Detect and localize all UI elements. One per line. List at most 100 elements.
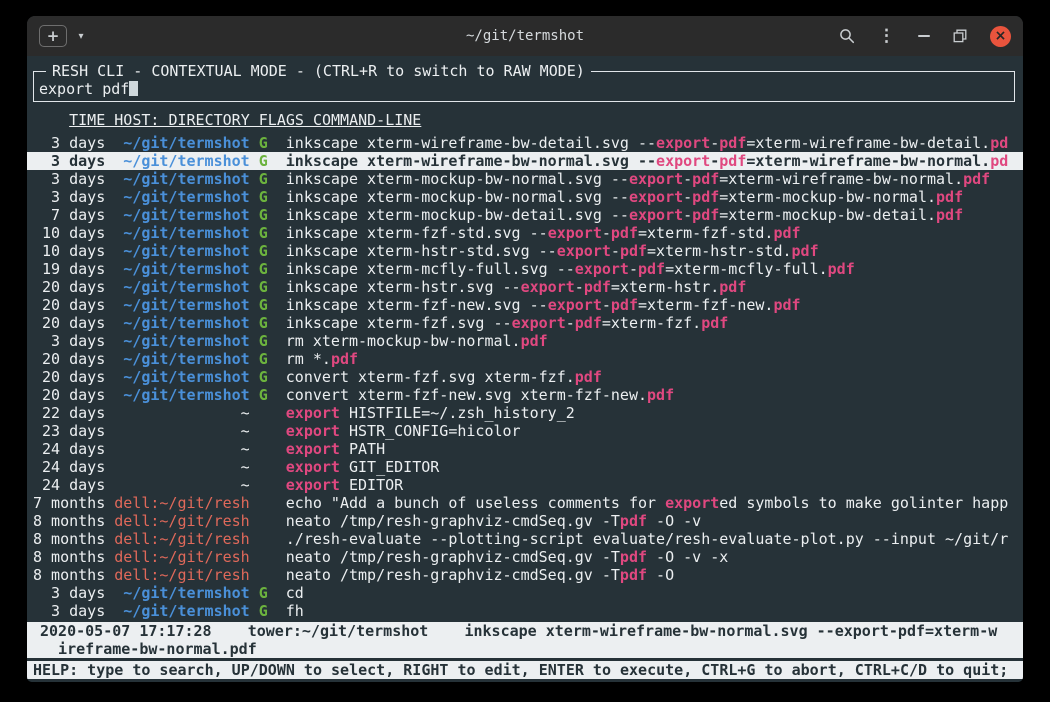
new-tab-dropdown-button[interactable]: ▾ <box>73 25 89 47</box>
row-host: ~/git/termshot <box>114 350 249 368</box>
command-text: inkscape xterm-fzf-new.svg -- <box>286 296 548 314</box>
row-host: dell:~/git/resh <box>114 548 249 566</box>
row-time: 3 days <box>33 602 105 620</box>
history-row[interactable]: 22 days~export HISTFILE=~/.zsh_history_2 <box>27 404 1023 422</box>
row-flags: G <box>259 206 268 224</box>
status-line-1: 2020-05-07 17:17:28 tower:~/git/termshot… <box>40 622 1010 640</box>
header-indent <box>33 111 69 129</box>
row-command: inkscape xterm-fzf-std.svg --export-pdf=… <box>286 224 1017 242</box>
kebab-menu-icon: ⋮ <box>878 26 895 46</box>
match-highlight: pdf <box>963 170 990 188</box>
row-command: rm *.pdf <box>286 350 1017 368</box>
row-time: 8 months <box>33 512 105 530</box>
history-row[interactable]: 24 days~export PATH <box>27 440 1023 458</box>
history-row[interactable]: 20 days~/git/termshotGinkscape xterm-fzf… <box>27 314 1023 332</box>
command-text: -O -v <box>647 512 701 530</box>
row-host: ~ <box>114 404 249 422</box>
history-row[interactable]: 24 days~export GIT_EDITOR <box>27 458 1023 476</box>
row-flags: G <box>259 170 268 188</box>
row-command: convert xterm-fzf.svg xterm-fzf.pdf <box>286 368 1017 386</box>
history-row[interactable]: 3 days~/git/termshotGinkscape xterm-mock… <box>27 170 1023 188</box>
command-text: inkscape xterm-mockup-bw-normal.svg -- <box>286 188 629 206</box>
row-host: ~ <box>114 476 249 494</box>
history-row[interactable]: 3 days~/git/termshotGinkscape xterm-wire… <box>27 134 1023 152</box>
search-input-line[interactable]: export pdf <box>39 80 1009 98</box>
history-row[interactable]: 20 days~/git/termshotGinkscape xterm-fzf… <box>27 296 1023 314</box>
history-row[interactable]: 8 monthsdell:~/git/resh./resh-evaluate -… <box>27 530 1023 548</box>
search-icon <box>839 28 855 44</box>
close-icon: × <box>995 29 1007 43</box>
history-row[interactable]: 10 days~/git/termshotGinkscape xterm-hst… <box>27 242 1023 260</box>
row-time: 20 days <box>33 278 105 296</box>
command-text: rm xterm-mockup-bw-normal. <box>286 332 521 350</box>
match-highlight: export <box>575 260 629 278</box>
minimize-button[interactable] <box>918 35 930 37</box>
match-highlight: export <box>286 422 340 440</box>
command-text: =xterm-fzf-new. <box>638 296 773 314</box>
row-command: neato /tmp/resh-graphviz-cmdSeq.gv -Tpdf… <box>286 512 1017 530</box>
command-text: inkscape xterm-hstr-std.svg -- <box>286 242 557 260</box>
row-command: convert xterm-fzf-new.svg xterm-fzf-new.… <box>286 386 1017 404</box>
search-query[interactable]: export pdf <box>39 80 129 98</box>
match-highlight: pdf <box>719 278 746 296</box>
history-row[interactable]: 19 days~/git/termshotGinkscape xterm-mcf… <box>27 260 1023 278</box>
row-command: ./resh-evaluate --plotting-script evalua… <box>286 530 1017 548</box>
command-text: inkscape xterm-fzf-std.svg -- <box>286 224 548 242</box>
command-text: HSTR_CONFIG=hicolor <box>340 422 521 440</box>
row-time: 7 months <box>33 494 105 512</box>
match-highlight: export <box>286 440 340 458</box>
row-time: 20 days <box>33 386 105 404</box>
history-row[interactable]: 7 days~/git/termshotGinkscape xterm-mock… <box>27 206 1023 224</box>
row-time: 3 days <box>33 134 105 152</box>
search-button[interactable] <box>839 28 855 44</box>
history-row[interactable]: 20 days~/git/termshotGconvert xterm-fzf.… <box>27 368 1023 386</box>
history-row[interactable]: 23 days~export HSTR_CONFIG=hicolor <box>27 422 1023 440</box>
history-row[interactable]: 3 days~/git/termshotGinkscape xterm-wire… <box>27 152 1023 170</box>
row-command: rm xterm-mockup-bw-normal.pdf <box>286 332 1017 350</box>
row-command: inkscape xterm-wireframe-bw-normal.svg -… <box>286 152 1017 170</box>
row-flags: G <box>259 224 268 242</box>
command-text: neato /tmp/resh-graphviz-cmdSeq.gv -T <box>286 512 620 530</box>
history-row[interactable]: 8 monthsdell:~/git/reshneato /tmp/resh-g… <box>27 566 1023 584</box>
terminal-screen[interactable]: RESH CLI - CONTEXTUAL MODE - (CTRL+R to … <box>27 56 1023 682</box>
row-command: export PATH <box>286 440 1017 458</box>
row-flags <box>259 512 268 530</box>
history-row[interactable]: 8 monthsdell:~/git/reshneato /tmp/resh-g… <box>27 548 1023 566</box>
history-row[interactable]: 3 days~/git/termshotGcd <box>27 584 1023 602</box>
history-row[interactable]: 3 days~/git/termshotGinkscape xterm-mock… <box>27 188 1023 206</box>
row-command: inkscape xterm-fzf.svg --export-pdf=xter… <box>286 314 1017 332</box>
row-host: ~/git/termshot <box>114 332 249 350</box>
history-row[interactable]: 3 days~/git/termshotGfh <box>27 602 1023 620</box>
row-time: 20 days <box>33 368 105 386</box>
match-highlight: pdf <box>331 350 358 368</box>
row-flags <box>259 458 268 476</box>
history-row[interactable]: 8 monthsdell:~/git/reshneato /tmp/resh-g… <box>27 512 1023 530</box>
row-command: inkscape xterm-wireframe-bw-detail.svg -… <box>286 134 1017 152</box>
command-text: neato /tmp/resh-graphviz-cmdSeq.gv -T <box>286 548 620 566</box>
command-text: inkscape xterm-wireframe-bw-detail.svg -… <box>286 134 656 152</box>
history-row[interactable]: 7 monthsdell:~/git/reshecho "Add a bunch… <box>27 494 1023 512</box>
table-header: TIME HOST: DIRECTORY FLAGS COMMAND-LINE <box>33 111 1017 129</box>
row-flags <box>259 548 268 566</box>
close-button[interactable]: × <box>990 26 1011 47</box>
match-highlight: pd <box>990 152 1008 170</box>
command-text: =xterm-mockup-bw-normal. <box>719 188 936 206</box>
history-row[interactable]: 20 days~/git/termshotGrm *.pdf <box>27 350 1023 368</box>
history-row[interactable]: 20 days~/git/termshotGconvert xterm-fzf-… <box>27 386 1023 404</box>
match-highlight: export <box>286 476 340 494</box>
match-highlight: export <box>512 314 566 332</box>
command-text: =xterm-mockup-bw-detail. <box>719 206 936 224</box>
new-tab-button[interactable]: + <box>39 25 67 47</box>
restore-button[interactable] <box>953 29 967 43</box>
history-row[interactable]: 20 days~/git/termshotGinkscape xterm-hst… <box>27 278 1023 296</box>
row-time: 8 months <box>33 566 105 584</box>
row-host: ~/git/termshot <box>114 206 249 224</box>
command-text: =xterm-wireframe-bw-detail. <box>746 134 990 152</box>
row-host: ~/git/termshot <box>114 368 249 386</box>
match-highlight: pdf <box>936 206 963 224</box>
menu-button[interactable]: ⋮ <box>878 26 895 46</box>
history-row[interactable]: 3 days~/git/termshotGrm xterm-mockup-bw-… <box>27 332 1023 350</box>
command-text: echo "Add a bunch of useless comments fo… <box>286 494 665 512</box>
history-row[interactable]: 10 days~/git/termshotGinkscape xterm-fzf… <box>27 224 1023 242</box>
history-row[interactable]: 24 days~export EDITOR <box>27 476 1023 494</box>
